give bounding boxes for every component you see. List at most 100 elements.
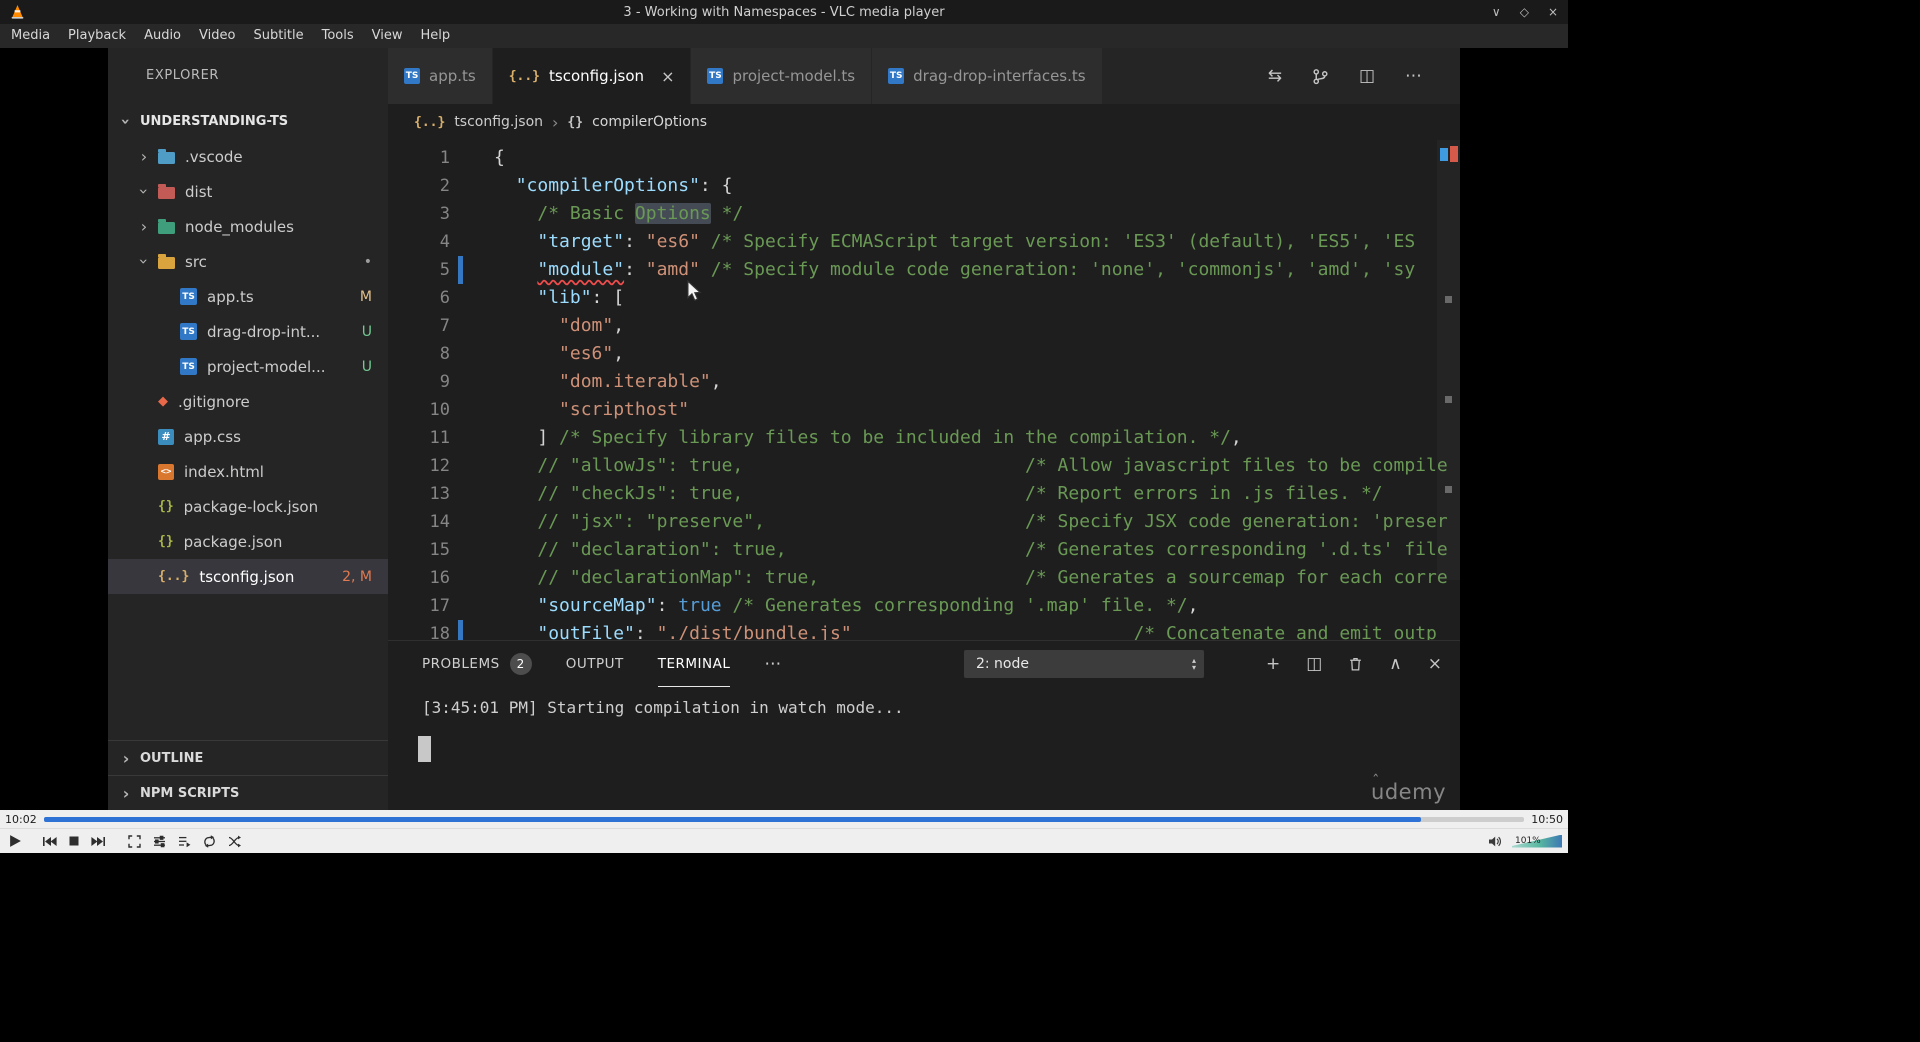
close-button[interactable]: × bbox=[1548, 0, 1558, 24]
code-lines: 1{2 "compilerOptions": {3 /* Basic Optio… bbox=[388, 144, 1460, 640]
git-status-badge: U bbox=[361, 323, 372, 340]
volume-icon[interactable] bbox=[1485, 830, 1505, 852]
menu-view[interactable]: View bbox=[363, 24, 412, 48]
code-line: 5 "module": "amd" /* Specify module code… bbox=[388, 256, 1460, 284]
git-status-badge: • bbox=[363, 253, 372, 270]
terminal-output-line: [3:45:01 PM] Starting compilation in wat… bbox=[422, 698, 904, 717]
video-area[interactable]: EXPLORER › UNDERSTANDING-TS › .vscode › dis… bbox=[0, 48, 1568, 810]
minimap-selection-mark bbox=[1440, 148, 1448, 161]
close-panel-icon[interactable]: × bbox=[1428, 654, 1442, 674]
tree-item-project-model[interactable]: ›TSproject-model...U bbox=[108, 349, 388, 384]
extended-settings-button[interactable] bbox=[150, 830, 169, 852]
new-terminal-icon[interactable]: + bbox=[1266, 654, 1280, 674]
menu-subtitle[interactable]: Subtitle bbox=[244, 24, 312, 48]
git-file-icon: ◆ bbox=[158, 394, 168, 409]
tab-project-model-ts[interactable]: TS project-model.ts bbox=[691, 48, 873, 104]
tab-tsconfig-json[interactable]: {..} tsconfig.json × bbox=[492, 48, 692, 104]
seek-bar[interactable] bbox=[43, 816, 1525, 822]
kill-terminal-icon[interactable] bbox=[1348, 656, 1363, 672]
breadcrumb[interactable]: {..} tsconfig.json › {} compilerOptions bbox=[388, 104, 1460, 140]
code-line: 10 "scripthost" bbox=[388, 396, 1460, 424]
terminal-cursor bbox=[418, 736, 431, 762]
file-name: app.css bbox=[184, 427, 241, 446]
tree-item-gitignore[interactable]: ›◆.gitignore bbox=[108, 384, 388, 419]
stop-button[interactable] bbox=[66, 830, 82, 852]
file-name: project-model... bbox=[207, 357, 326, 376]
json-file-icon: {} bbox=[158, 499, 174, 514]
breadcrumb-symbol[interactable]: compilerOptions bbox=[592, 114, 707, 130]
tsconfig-file-icon: {..} bbox=[158, 569, 190, 584]
folder-icon bbox=[158, 218, 175, 234]
chevron-right-icon: › bbox=[140, 147, 148, 166]
git-compare-icon[interactable] bbox=[1312, 68, 1329, 85]
code-editor[interactable]: 1{2 "compilerOptions": {3 /* Basic Optio… bbox=[388, 140, 1460, 640]
more-actions-icon[interactable]: ⋯ bbox=[1405, 66, 1422, 86]
tree-item-node-modules[interactable]: › node_modules bbox=[108, 209, 388, 244]
panel-tab-terminal[interactable]: TERMINAL bbox=[657, 641, 731, 687]
menu-video[interactable]: Video bbox=[190, 24, 244, 48]
code-line: 12 // "allowJs": true, /* Allow javascri… bbox=[388, 452, 1460, 480]
maximize-button[interactable]: ◇ bbox=[1520, 0, 1529, 24]
next-button[interactable] bbox=[88, 830, 109, 852]
code-line: 16 // "declarationMap": true, /* Generat… bbox=[388, 564, 1460, 592]
code-line: 15 // "declaration": true, /* Generates … bbox=[388, 536, 1460, 564]
random-button[interactable] bbox=[225, 830, 244, 852]
menu-help[interactable]: Help bbox=[412, 24, 460, 48]
explorer-sidebar: EXPLORER › UNDERSTANDING-TS › .vscode › dis… bbox=[108, 48, 388, 810]
tree-item-app-css[interactable]: ›#app.css bbox=[108, 419, 388, 454]
menu-tools[interactable]: Tools bbox=[313, 24, 363, 48]
tree-item-tsconfig-json[interactable]: ›{..}tsconfig.json2, M bbox=[108, 559, 388, 594]
git-status-badge: U bbox=[361, 358, 372, 375]
fullscreen-button[interactable] bbox=[125, 830, 144, 852]
tab-app-ts[interactable]: TS app.ts bbox=[388, 48, 493, 104]
tab-label: app.ts bbox=[429, 67, 476, 85]
file-name: drag-drop-int... bbox=[207, 322, 321, 341]
terminal-content[interactable]: [3:45:01 PM] Starting compilation in wat… bbox=[388, 687, 1460, 762]
tree-item-vscode[interactable]: › .vscode bbox=[108, 139, 388, 174]
minimap[interactable] bbox=[1437, 140, 1460, 580]
panel-tab-problems[interactable]: PROBLEMS 2 bbox=[422, 641, 532, 687]
npm-scripts-label: NPM SCRIPTS bbox=[140, 785, 240, 801]
outline-section[interactable]: › OUTLINE bbox=[108, 740, 388, 775]
minimize-button[interactable]: ∨ bbox=[1492, 0, 1501, 24]
tree-item-index-html[interactable]: ›<>index.html bbox=[108, 454, 388, 489]
maximize-panel-icon[interactable]: ∧ bbox=[1389, 654, 1401, 674]
loop-button[interactable] bbox=[200, 830, 219, 852]
mouse-cursor bbox=[687, 280, 702, 302]
tree-item-package-lock-json[interactable]: ›{}package-lock.json bbox=[108, 489, 388, 524]
split-terminal-icon[interactable]: ◫ bbox=[1306, 654, 1322, 674]
tree-item-package-json[interactable]: ›{}package.json bbox=[108, 524, 388, 559]
breadcrumb-file[interactable]: tsconfig.json bbox=[454, 114, 543, 130]
npm-scripts-section[interactable]: › NPM SCRIPTS bbox=[108, 775, 388, 810]
terminal-picker-value: 2: node bbox=[975, 656, 1029, 672]
close-tab-icon[interactable]: × bbox=[661, 67, 674, 86]
explorer-root-folder[interactable]: › UNDERSTANDING-TS bbox=[108, 104, 388, 139]
play-button[interactable] bbox=[6, 830, 25, 852]
menu-media[interactable]: Media bbox=[2, 24, 59, 48]
terminal-picker-dropdown[interactable]: 2: node ▴ ▾ bbox=[963, 650, 1204, 678]
split-editor-icon[interactable]: ◫ bbox=[1359, 66, 1375, 86]
tab-label: drag-drop-interfaces.ts bbox=[913, 67, 1086, 85]
vlc-titlebar[interactable]: 3 - Working with Namespaces - VLC media … bbox=[0, 0, 1568, 24]
menu-playback[interactable]: Playback bbox=[59, 24, 135, 48]
seek-bar-fill bbox=[43, 816, 1421, 822]
panel-tab-output[interactable]: OUTPUT bbox=[566, 641, 624, 687]
tsconfig-file-icon: {..} bbox=[414, 114, 446, 130]
tree-item-src[interactable]: › src • bbox=[108, 244, 388, 279]
explorer-title: EXPLORER bbox=[146, 68, 220, 83]
folder-icon bbox=[158, 183, 175, 199]
previous-button[interactable] bbox=[39, 830, 60, 852]
time-elapsed: 10:02 bbox=[5, 812, 37, 826]
file-name: dist bbox=[185, 182, 213, 201]
tree-item-dist[interactable]: › dist bbox=[108, 174, 388, 209]
open-changes-icon[interactable]: ⇆ bbox=[1268, 66, 1282, 86]
tree-item-drag-drop-int[interactable]: ›TSdrag-drop-int...U bbox=[108, 314, 388, 349]
volume-slider[interactable]: 101% bbox=[1512, 834, 1562, 848]
code-line: 17 "sourceMap": true /* Generates corres… bbox=[388, 592, 1460, 620]
tree-item-app-ts[interactable]: ›TSapp.tsM bbox=[108, 279, 388, 314]
tab-drag-drop-interfaces-ts[interactable]: TS drag-drop-interfaces.ts bbox=[872, 48, 1103, 104]
playlist-button[interactable] bbox=[175, 830, 194, 852]
menu-audio[interactable]: Audio bbox=[135, 24, 190, 48]
panel-more-icon[interactable]: ⋯ bbox=[764, 654, 781, 674]
file-name: .vscode bbox=[185, 147, 243, 166]
